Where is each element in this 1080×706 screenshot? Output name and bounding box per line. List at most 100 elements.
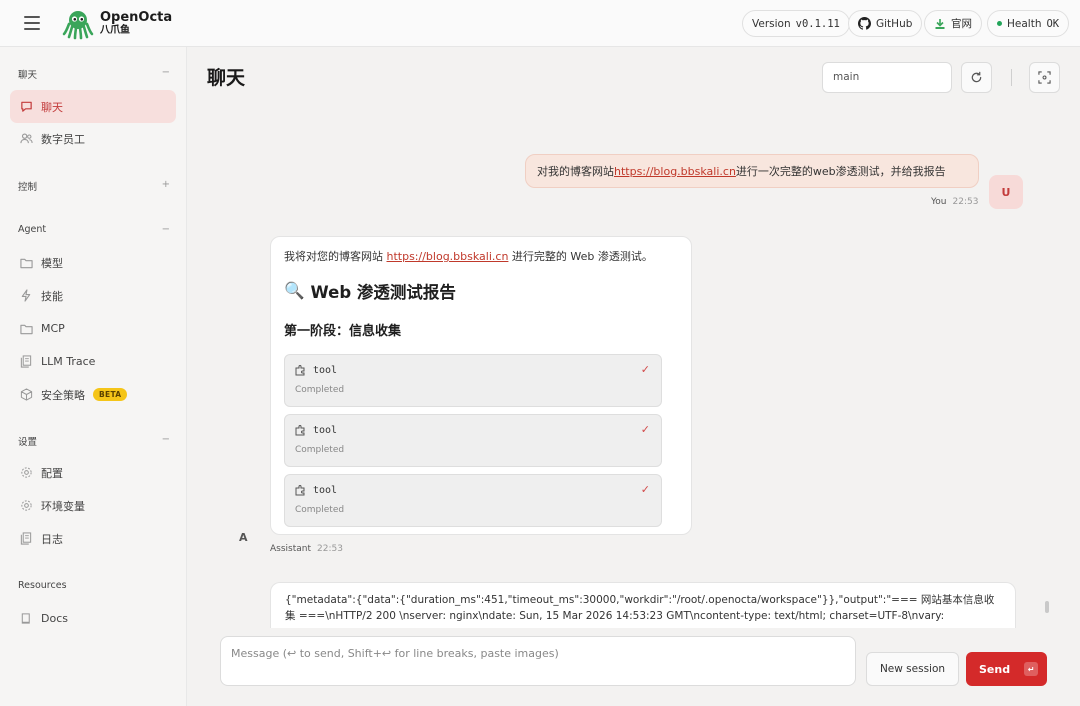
section-label: Resources (18, 580, 67, 591)
document-stack-icon (19, 532, 33, 546)
sidebar-item-logs[interactable]: 日志 (10, 522, 176, 555)
magnifier-icon: 🔍 (284, 281, 305, 300)
sidebar-item-skills[interactable]: 技能 (10, 279, 176, 312)
puzzle-icon (295, 485, 305, 496)
version-label: Version (752, 17, 791, 30)
sidebar-item-label: Docs (41, 612, 68, 625)
tool-name: tool (313, 364, 338, 376)
message-link[interactable]: https://blog.bbskali.cn (614, 165, 736, 178)
puzzle-icon (295, 365, 305, 376)
heading-text: Web 渗透测试报告 (310, 283, 456, 302)
report-heading: 🔍 Web 渗透测试报告 (284, 279, 456, 303)
lightning-icon (19, 289, 33, 303)
user-avatar: U (989, 175, 1023, 209)
sidebar-item-label: MCP (41, 322, 65, 335)
session-key-input[interactable]: main (822, 62, 952, 93)
scrollbar-thumb[interactable] (1045, 601, 1049, 613)
sidebar-item-docs[interactable]: Docs (10, 602, 176, 635)
octopus-logo (62, 11, 94, 40)
sidebar-item-llm-trace[interactable]: LLM Trace (10, 345, 176, 378)
brand: OpenOcta 八爪鱼 (100, 11, 172, 36)
message-text: 进行一次完整的web渗透测试，并给我报告 (735, 165, 946, 178)
send-button[interactable]: Send ↵ (966, 652, 1047, 686)
health-pill: Health OK (987, 10, 1070, 37)
assistant-message-card: 我将对您的博客网站 https://blog.bbskali.cn 进行完整的 … (270, 236, 692, 535)
sidebar-item-label: LLM Trace (41, 355, 96, 368)
tool-output-card: {"metadata":{"data":{"duration_ms":451,"… (270, 582, 1016, 628)
send-label: Send (979, 662, 1011, 676)
check-icon: ✓ (640, 423, 650, 436)
health-label: Health (1007, 17, 1042, 30)
folder-icon (19, 322, 33, 336)
sidebar-item-mcp[interactable]: MCP (10, 312, 176, 345)
users-icon (19, 132, 33, 146)
message-text: 我将对您的博客网站 (284, 250, 387, 263)
sidebar-item-label: 技能 (41, 289, 63, 303)
version-pill: Version v0.1.11 (742, 10, 850, 37)
check-icon: ✓ (640, 363, 650, 376)
focus-mode-button[interactable] (1029, 62, 1060, 93)
assistant-avatar: A (239, 531, 248, 544)
tool-call-card[interactable]: tool Completed ✓ (284, 414, 662, 467)
sidebar-item-chat[interactable]: 聊天 (10, 90, 176, 123)
refresh-button[interactable] (961, 62, 992, 93)
github-icon (858, 17, 871, 30)
sidebar-item-label: 聊天 (41, 100, 63, 114)
expand-icon: + (161, 179, 170, 190)
sidebar-item-label: 安全策略 (41, 388, 85, 402)
collapse-icon: − (161, 434, 170, 445)
tool-call-card[interactable]: tool Completed ✓ (284, 474, 662, 527)
sidebar-item-env-vars[interactable]: 环境变量 (10, 489, 176, 522)
sidebar-item-config[interactable]: 配置 (10, 456, 176, 489)
user-message-bubble: 对我的博客网站 https://blog.bbskali.cn 进行一次完整的w… (525, 154, 979, 188)
github-label: GitHub (876, 17, 913, 30)
refresh-icon (971, 71, 982, 83)
top-bar: OpenOcta 八爪鱼 Version v0.1.11 GitHub 官网 H… (0, 0, 1080, 47)
health-value: OK (1046, 17, 1060, 30)
divider (1011, 69, 1012, 86)
sender-name: You (931, 197, 947, 207)
tool-name: tool (313, 484, 338, 496)
section-control[interactable]: 控制 + (18, 179, 170, 193)
sidebar-item-label: 模型 (41, 256, 63, 270)
section-settings[interactable]: 设置 − (18, 434, 170, 448)
website-button[interactable]: 官网 (924, 10, 982, 37)
puzzle-icon (295, 425, 305, 436)
sidebar-item-digital-employees[interactable]: 数字员工 (10, 122, 176, 155)
download-icon (935, 18, 945, 29)
page-title: 聊天 (207, 67, 246, 89)
check-icon: ✓ (640, 483, 650, 496)
folder-icon (19, 256, 33, 270)
timestamp: 22:53 (952, 197, 979, 207)
cube-icon (19, 388, 33, 402)
gear-icon (19, 499, 33, 513)
sidebar-item-label: 配置 (41, 466, 63, 480)
tool-name: tool (313, 424, 338, 436)
message-input[interactable]: Message (↩ to send, Shift+↩ for line bre… (220, 636, 856, 686)
tool-status: Completed (295, 385, 345, 395)
message-text: 进行完整的 Web 渗透测试。 (508, 250, 653, 263)
brand-subtitle: 八爪鱼 (100, 24, 130, 36)
section-label: 控制 (18, 182, 38, 193)
tool-call-card[interactable]: tool Completed ✓ (284, 354, 662, 407)
collapse-icon: − (161, 67, 170, 78)
sidebar-item-security-policy[interactable]: 安全策略 BETA (10, 378, 176, 411)
sidebar-item-models[interactable]: 模型 (10, 246, 176, 279)
tool-status: Completed (295, 505, 345, 515)
assistant-message-meta: Assistant 22:53 (270, 544, 343, 554)
message-link[interactable]: https://blog.bbskali.cn (387, 250, 509, 263)
gear-icon (19, 466, 33, 480)
chat-bubble-icon (19, 100, 33, 114)
assistant-intro: 我将对您的博客网站 https://blog.bbskali.cn 进行完整的 … (284, 248, 653, 264)
sidebar-item-label: 数字员工 (41, 132, 85, 146)
section-agent[interactable]: Agent − (18, 224, 170, 235)
new-session-button[interactable]: New session (866, 652, 959, 686)
timestamp: 22:53 (317, 544, 343, 554)
version-value: v0.1.11 (795, 17, 840, 30)
collapse-icon: − (161, 224, 170, 235)
github-button[interactable]: GitHub (848, 10, 923, 37)
section-chat[interactable]: 聊天 − (18, 67, 170, 81)
health-dot (997, 21, 1002, 26)
menu-icon[interactable] (24, 16, 40, 30)
message-text: 对我的博客网站 (537, 165, 614, 178)
